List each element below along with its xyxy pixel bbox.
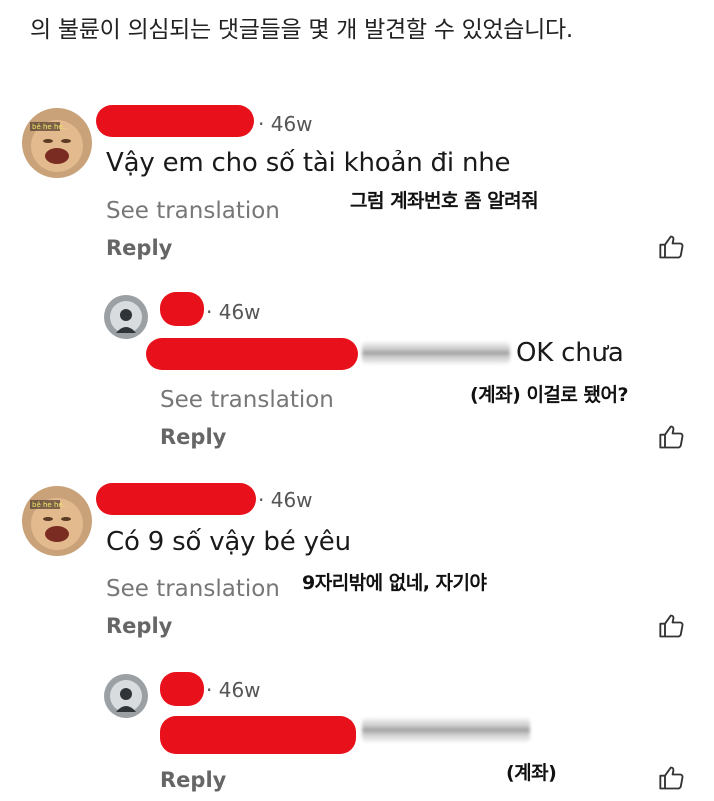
svg-text:bê he he..: bê he he.. — [32, 501, 67, 509]
see-translation-link[interactable]: See translation — [106, 198, 280, 224]
translation-annotation: (계좌) — [506, 762, 557, 784]
caption-text: 의 불륜이 의심되는 댓글들을 몇 개 발견할 수 있었습니다. — [30, 17, 573, 43]
commenter-avatar[interactable]: bê he he.. — [22, 108, 92, 178]
commenter-avatar[interactable]: bê he he.. — [22, 486, 92, 556]
dark-profile-avatar-icon — [104, 674, 148, 718]
comment-text: Có 9 số vậy bé yêu — [106, 527, 351, 557]
redacted-username — [160, 292, 204, 326]
reply-button[interactable]: Reply — [106, 614, 172, 638]
timestamp: · 46w — [206, 678, 261, 702]
translation-annotation: (계좌) 이걸로 됐어? — [470, 384, 628, 406]
reply-avatar[interactable] — [104, 295, 148, 339]
timestamp: · 46w — [258, 488, 313, 512]
translation-annotation: 그럼 계좌번호 좀 알려줘 — [350, 190, 539, 212]
comment-text: Vậy em cho số tài khoản đi nhe — [106, 148, 511, 178]
baby-face-avatar-icon: bê he he.. — [22, 486, 92, 556]
redacted-username — [160, 672, 204, 706]
timestamp: · 46w — [258, 112, 313, 136]
redacted-mention — [146, 338, 358, 370]
thumbs-up-icon — [659, 425, 684, 449]
baby-face-avatar-icon: bê he he.. — [22, 108, 92, 178]
reply-button[interactable]: Reply — [106, 236, 172, 260]
comment-text: OK chưa — [516, 338, 624, 368]
thumbs-up-icon — [659, 235, 684, 259]
svg-text:bê he he..: bê he he.. — [32, 123, 67, 131]
like-button[interactable] — [658, 423, 686, 451]
blurred-account-number — [362, 718, 530, 742]
like-button[interactable] — [658, 233, 686, 261]
timestamp: · 46w — [206, 300, 261, 324]
redacted-mention — [160, 716, 356, 754]
reply-button[interactable]: Reply — [160, 425, 226, 449]
dark-profile-avatar-icon — [104, 295, 148, 339]
redacted-username — [96, 105, 254, 137]
thumbs-up-icon — [659, 614, 684, 638]
see-translation-link[interactable]: See translation — [106, 576, 280, 602]
blurred-account-number — [362, 342, 510, 364]
redacted-username — [96, 483, 256, 515]
reply-avatar[interactable] — [104, 674, 148, 718]
thumbs-up-icon — [659, 766, 684, 790]
translation-annotation: 9자리밖에 없네, 자기야 — [302, 572, 487, 594]
see-translation-link[interactable]: See translation — [160, 387, 334, 413]
like-button[interactable] — [658, 612, 686, 640]
reply-button[interactable]: Reply — [160, 768, 226, 792]
like-button[interactable] — [658, 764, 686, 792]
